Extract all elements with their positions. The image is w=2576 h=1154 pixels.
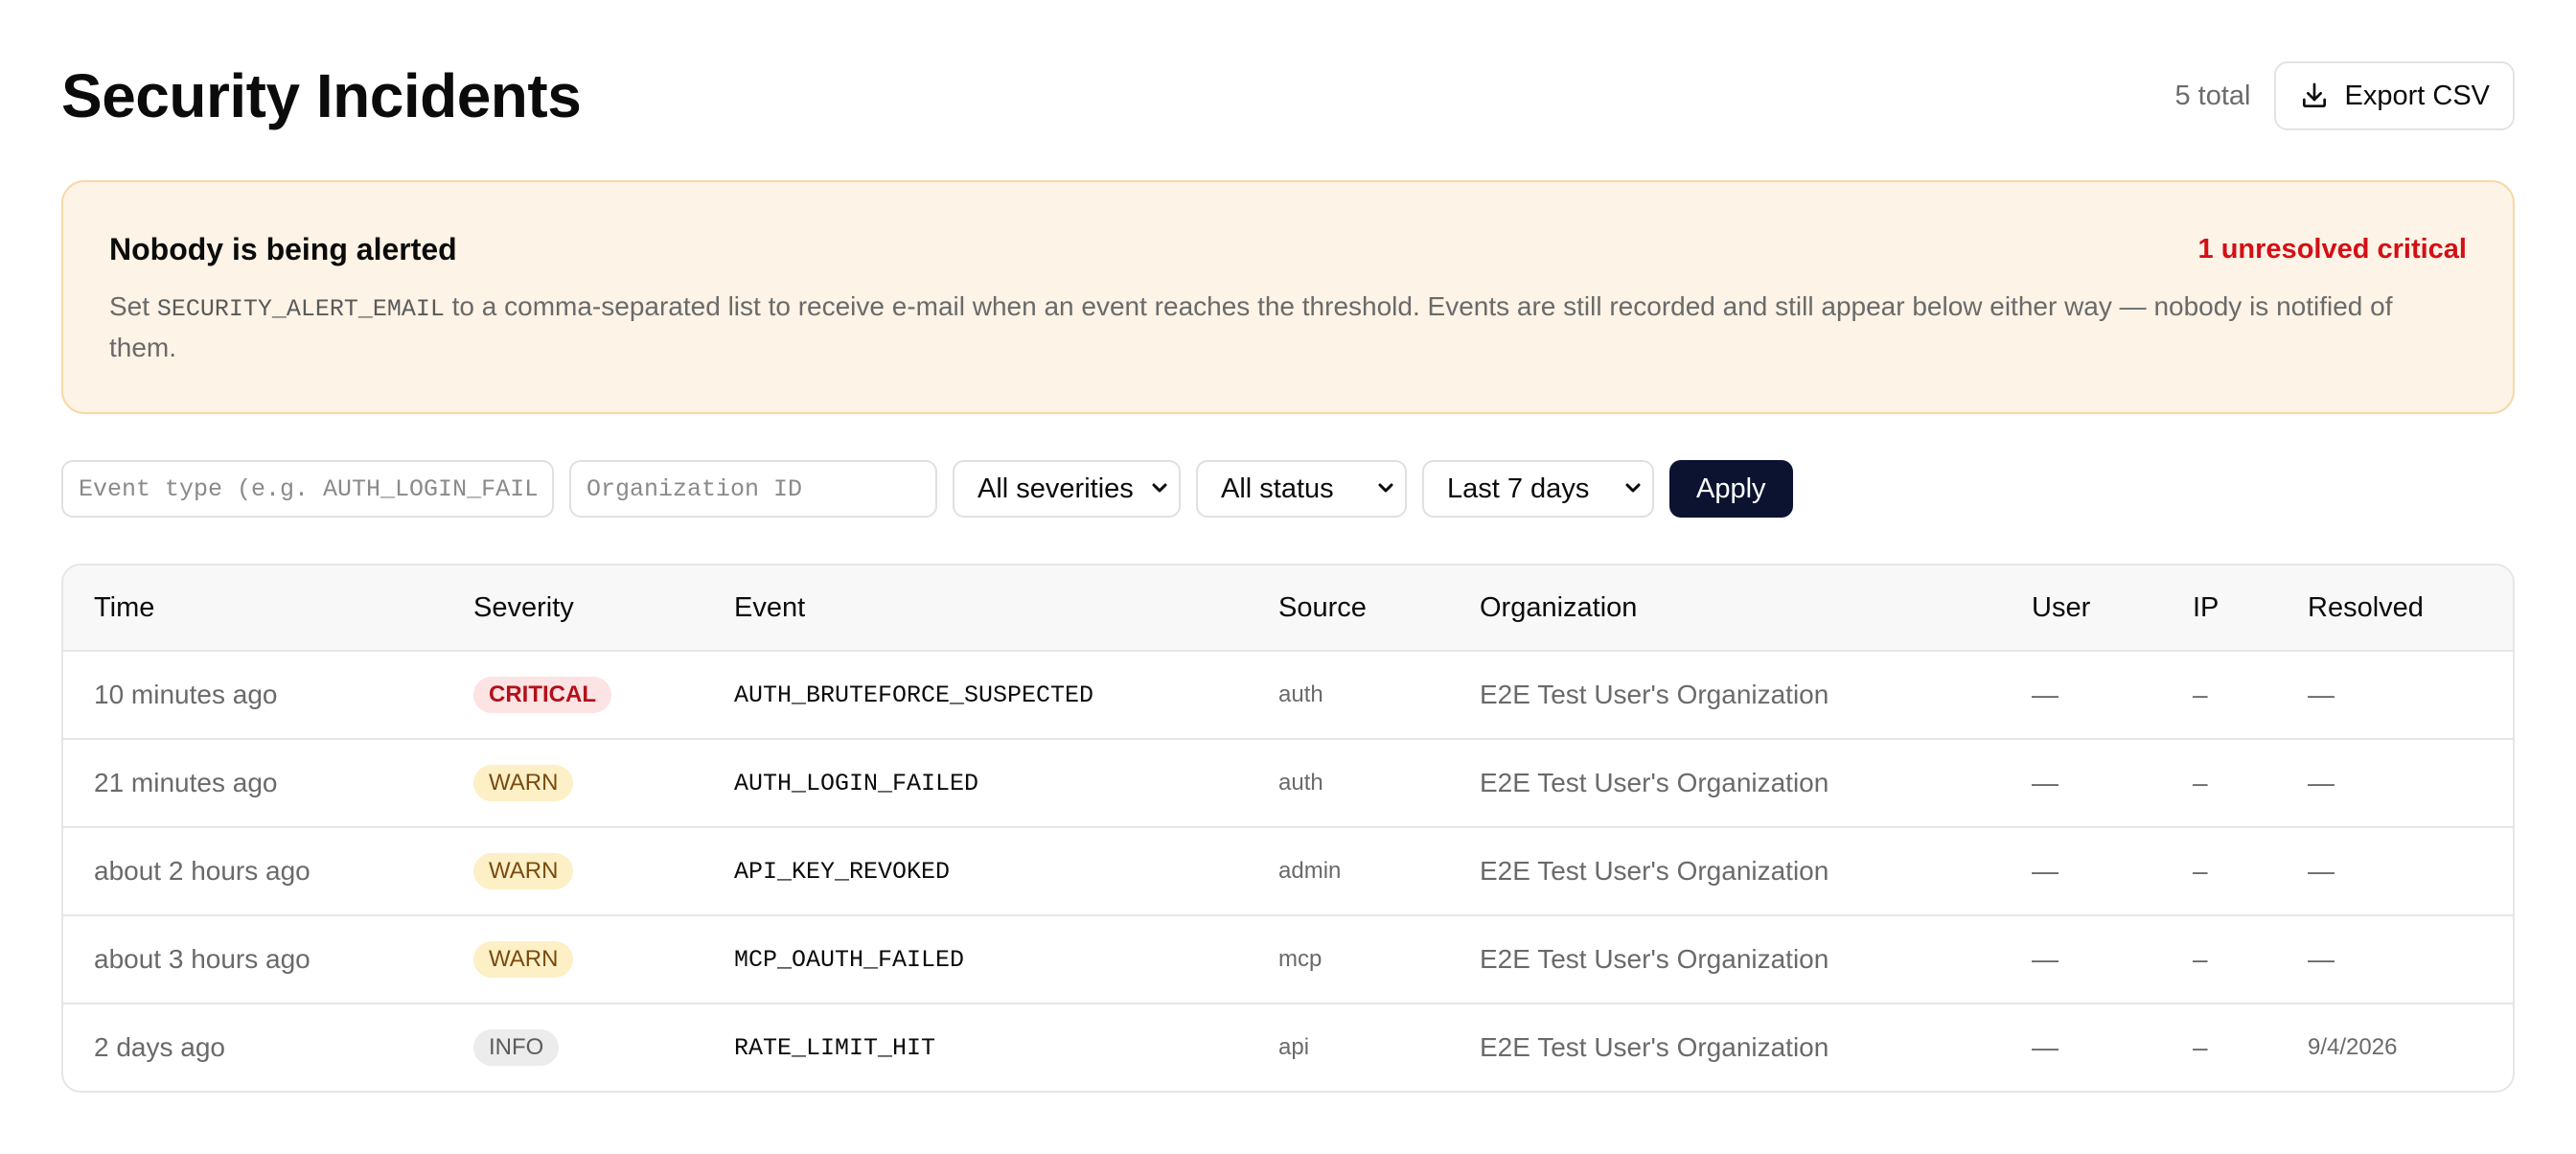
date-range-select[interactable]: Last 7 days (1422, 460, 1654, 518)
incident-time: about 3 hours ago (94, 944, 310, 974)
alert-message-prefix: Set (109, 291, 157, 321)
incident-source: api (1278, 1034, 1310, 1060)
severity-cell: WARN (473, 740, 574, 826)
incident-organization: E2E Test User's Organization (1480, 768, 1829, 797)
incident-user: — (2032, 944, 2058, 974)
alert-banner: Nobody is being alerted 1 unresolved cri… (61, 180, 2515, 414)
table-row[interactable]: 21 minutes ago WARN AUTH_LOGIN_FAILED au… (63, 740, 2513, 828)
total-count: 5 total (2174, 80, 2251, 111)
incident-time: about 2 hours ago (94, 856, 310, 886)
severity-badge: CRITICAL (473, 677, 611, 713)
incident-time: 2 days ago (94, 1032, 225, 1062)
chevron-down-icon (1376, 473, 1395, 505)
incident-user: — (2032, 1032, 2058, 1062)
severity-badge: INFO (473, 1029, 560, 1066)
incident-resolved: — (2308, 856, 2334, 886)
alert-message-suffix: to a comma-separated list to receive e-m… (109, 291, 2393, 362)
severity-badge: WARN (473, 853, 574, 889)
severity-cell: INFO (473, 1004, 560, 1091)
severity-cell: WARN (473, 916, 574, 1003)
incident-user: — (2032, 856, 2058, 886)
table-row[interactable]: about 2 hours ago WARN API_KEY_REVOKED a… (63, 828, 2513, 916)
column-header-time[interactable]: Time (94, 565, 154, 650)
header-actions: 5 total Export CSV (2174, 61, 2515, 130)
incident-user: — (2032, 680, 2058, 709)
incident-organization: E2E Test User's Organization (1480, 856, 1829, 886)
incident-user: — (2032, 768, 2058, 797)
unresolved-critical-count: 1 unresolved critical (2197, 234, 2467, 265)
severity-select-value: All severities (978, 473, 1134, 504)
column-header-user[interactable]: User (2032, 565, 2090, 650)
alert-message: Set SECURITY_ALERT_EMAIL to a comma-sepa… (109, 288, 2467, 367)
incident-event: API_KEY_REVOKED (734, 857, 951, 886)
incident-event: AUTH_BRUTEFORCE_SUSPECTED (734, 681, 1094, 709)
incident-resolved: — (2308, 768, 2334, 797)
incident-ip: – (2193, 768, 2208, 797)
chevron-down-icon (1623, 473, 1643, 505)
chevron-down-icon (1150, 473, 1169, 505)
incident-source: auth (1278, 770, 1323, 796)
env-var-name: SECURITY_ALERT_EMAIL (156, 295, 445, 323)
incidents-table: Time Severity Event Source Organization … (61, 564, 2515, 1093)
security-incidents-page: Security Incidents 5 total Export CSV No… (0, 0, 2576, 1154)
status-select-value: All status (1221, 473, 1334, 504)
incident-resolved: — (2308, 680, 2334, 709)
incident-ip: – (2193, 856, 2208, 886)
page-title: Security Incidents (61, 61, 582, 130)
column-header-severity[interactable]: Severity (473, 565, 574, 650)
incident-time: 21 minutes ago (94, 768, 278, 797)
incident-resolved: — (2308, 944, 2334, 974)
status-select[interactable]: All status (1196, 460, 1407, 518)
incident-ip: – (2193, 944, 2208, 974)
table-row[interactable]: about 3 hours ago WARN MCP_OAUTH_FAILED … (63, 916, 2513, 1004)
date-range-select-value: Last 7 days (1447, 473, 1590, 504)
severity-cell: WARN (473, 828, 574, 914)
severity-badge: WARN (473, 765, 574, 801)
severity-badge: WARN (473, 941, 574, 978)
column-header-organization[interactable]: Organization (1480, 565, 1637, 650)
organization-id-input[interactable] (569, 460, 937, 518)
export-csv-label: Export CSV (2344, 80, 2491, 111)
table-row[interactable]: 10 minutes ago CRITICAL AUTH_BRUTEFORCE_… (63, 652, 2513, 740)
severity-cell: CRITICAL (473, 652, 611, 738)
incident-organization: E2E Test User's Organization (1480, 680, 1829, 709)
alert-title: Nobody is being alerted (109, 232, 457, 266)
incident-organization: E2E Test User's Organization (1480, 944, 1829, 974)
event-type-input[interactable] (61, 460, 554, 518)
download-icon (2299, 81, 2330, 111)
incident-event: AUTH_LOGIN_FAILED (734, 769, 979, 797)
table-row[interactable]: 2 days ago INFO RATE_LIMIT_HIT api E2E T… (63, 1004, 2513, 1091)
incident-event: RATE_LIMIT_HIT (734, 1033, 936, 1062)
incident-event: MCP_OAUTH_FAILED (734, 945, 965, 974)
column-header-event[interactable]: Event (734, 565, 805, 650)
incident-ip: – (2193, 1032, 2208, 1062)
incident-organization: E2E Test User's Organization (1480, 1032, 1829, 1062)
apply-button[interactable]: Apply (1669, 460, 1793, 518)
filter-bar: All severities All status Last 7 days Ap… (61, 460, 1793, 518)
incident-source: admin (1278, 858, 1342, 884)
incident-source: auth (1278, 681, 1323, 707)
incident-ip: – (2193, 680, 2208, 709)
column-header-resolved[interactable]: Resolved (2308, 565, 2424, 650)
export-csv-button[interactable]: Export CSV (2273, 61, 2515, 130)
incident-time: 10 minutes ago (94, 680, 278, 709)
severity-select[interactable]: All severities (953, 460, 1181, 518)
table-header: Time Severity Event Source Organization … (63, 565, 2513, 652)
incident-resolved: 9/4/2026 (2308, 1034, 2398, 1060)
incident-source: mcp (1278, 946, 1322, 972)
column-header-ip[interactable]: IP (2193, 565, 2219, 650)
column-header-source[interactable]: Source (1278, 565, 1367, 650)
